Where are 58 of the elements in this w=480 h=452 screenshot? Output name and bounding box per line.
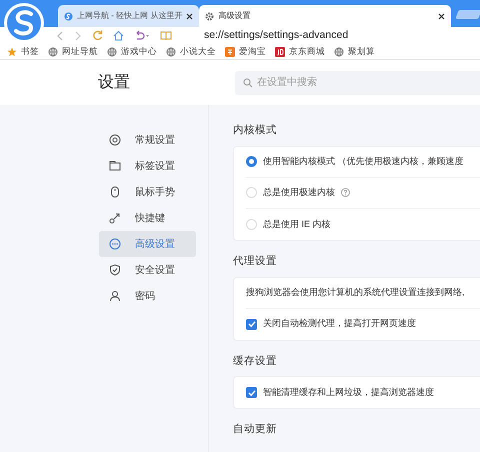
forward-icon[interactable] [74, 30, 82, 40]
browser-tab[interactable]: 上网导航 - 轻快上网 从这里开 [58, 5, 200, 27]
search-field[interactable]: 在设置中搜索 [235, 70, 480, 94]
section-title: 自动更新 [233, 422, 278, 438]
section-title: 内核模式 [233, 123, 278, 138]
close-icon[interactable] [438, 12, 445, 20]
sidebar-item[interactable]: 鼠标手势 [99, 179, 196, 205]
star-icon [7, 46, 17, 56]
bookmark-link[interactable]: 书签 [7, 45, 39, 58]
person-icon [109, 290, 121, 302]
undo-icon[interactable] [134, 30, 150, 41]
gear-icon [205, 12, 214, 20]
mouse-icon [109, 186, 121, 198]
option-label: 使用智能内核模式 （优先使用极速内核，兼顾速度 [263, 155, 464, 168]
tab-title: 高级设置 [218, 10, 252, 22]
sidebar-item[interactable]: 安全设置 [99, 257, 196, 283]
new-tab-button[interactable] [455, 10, 480, 19]
shop-icon [225, 46, 235, 56]
home-icon[interactable] [113, 30, 124, 41]
page-title: 设置 [97, 72, 131, 92]
option-label: 智能清理缓存和上网垃圾，提高浏览器速度 [263, 386, 434, 399]
sidebar-item[interactable]: 快捷键 [99, 205, 196, 231]
checkbox[interactable] [246, 387, 257, 398]
globe-icon [48, 46, 58, 56]
refresh-icon[interactable] [92, 30, 103, 41]
folder-icon [109, 160, 121, 172]
back-icon[interactable] [56, 30, 64, 40]
browser-tab[interactable]: 高级设置 [199, 5, 451, 27]
bookmark-link[interactable]: 京东商城 [275, 45, 325, 58]
bookmark-link[interactable]: 游戏中心 [107, 45, 157, 58]
option-label: 关闭自动检测代理，提高打开网页速度 [263, 317, 416, 330]
globe-icon [166, 46, 176, 56]
section-title: 代理设置 [233, 254, 278, 269]
arrow-icon [109, 212, 121, 224]
radio-button[interactable] [246, 156, 257, 168]
option-label: 总是使用极速内核 [263, 186, 335, 199]
target-icon [109, 134, 121, 146]
sidebar-item[interactable]: 密码 [99, 283, 196, 309]
bookmark-link[interactable]: 聚划算 [334, 45, 375, 58]
sidebar-item[interactable]: 标签设置 [99, 153, 196, 179]
option-label: 总是使用 IE 内核 [263, 218, 331, 230]
help-icon[interactable] [341, 188, 350, 198]
close-icon[interactable] [186, 12, 194, 20]
more-icon [109, 238, 121, 250]
option-label: 搜狗浏览器会使用您计算机的系统代理设置连接到网络, [246, 286, 465, 299]
checkbox[interactable] [246, 318, 257, 330]
bookmark-link[interactable]: 小说大全 [166, 45, 216, 58]
globe-icon [107, 46, 117, 56]
book-icon[interactable] [160, 30, 172, 41]
globe-icon [334, 46, 344, 56]
shield-icon [109, 264, 121, 276]
sidebar-item[interactable]: 常规设置 [99, 127, 196, 153]
section-title: 缓存设置 [233, 354, 278, 368]
bookmark-link[interactable]: 网址导航 [48, 45, 98, 58]
bookmark-link[interactable]: 爱淘宝 [225, 45, 266, 58]
tab-title: 上网导航 - 轻快上网 从这里开 [77, 10, 182, 22]
store-icon [275, 46, 285, 56]
sogou-icon [64, 12, 73, 20]
